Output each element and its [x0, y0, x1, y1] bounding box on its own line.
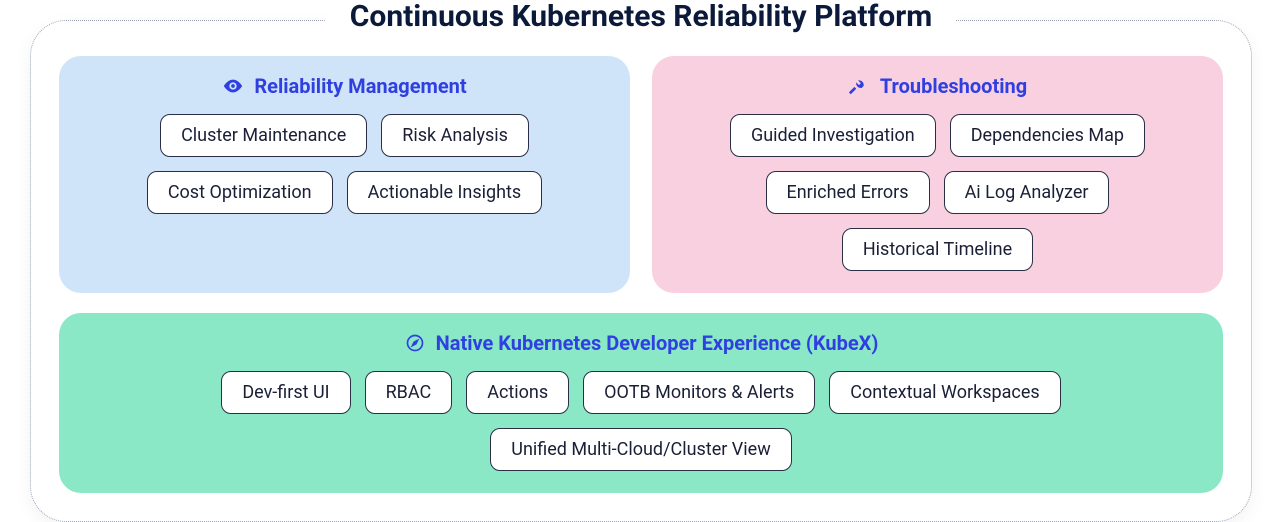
panel-header-reliability: Reliability Management: [81, 74, 608, 98]
page-title: Continuous Kubernetes Reliability Platfo…: [326, 0, 956, 34]
panel-header-troubleshooting: Troubleshooting: [674, 74, 1201, 98]
pill-guided-investigation: Guided Investigation: [730, 114, 936, 157]
platform-container: Continuous Kubernetes Reliability Platfo…: [30, 20, 1252, 522]
pill-row-kubex: Dev-first UI RBAC Actions OOTB Monitors …: [81, 371, 1201, 471]
pill-actionable-insights: Actionable Insights: [347, 171, 543, 214]
pill-row-reliability: Cluster Maintenance Risk Analysis Cost O…: [81, 114, 608, 214]
eye-icon: [222, 75, 244, 97]
pill-ai-log-analyzer: Ai Log Analyzer: [944, 171, 1110, 214]
compass-icon: [404, 332, 426, 354]
panel-reliability: Reliability Management Cluster Maintenan…: [59, 56, 630, 293]
panel-header-kubex: Native Kubernetes Developer Experience (…: [81, 331, 1201, 355]
panel-title-troubleshooting: Troubleshooting: [880, 74, 1027, 98]
pill-cost-optimization: Cost Optimization: [147, 171, 333, 214]
top-row: Reliability Management Cluster Maintenan…: [59, 56, 1223, 293]
pill-dev-first-ui: Dev-first UI: [221, 371, 350, 414]
panel-troubleshooting: Troubleshooting Guided Investigation Dep…: [652, 56, 1223, 293]
pill-contextual-workspaces: Contextual Workspaces: [829, 371, 1060, 414]
panel-title-reliability: Reliability Management: [254, 74, 466, 98]
pill-risk-analysis: Risk Analysis: [381, 114, 529, 157]
pill-unified-multicloud: Unified Multi-Cloud/Cluster View: [490, 428, 791, 471]
tools-icon: [848, 75, 870, 97]
pill-enriched-errors: Enriched Errors: [766, 171, 930, 214]
pill-ootb-monitors: OOTB Monitors & Alerts: [583, 371, 815, 414]
pill-historical-timeline: Historical Timeline: [842, 228, 1033, 271]
pill-actions: Actions: [466, 371, 569, 414]
panel-kubex: Native Kubernetes Developer Experience (…: [59, 313, 1223, 493]
panel-title-kubex: Native Kubernetes Developer Experience (…: [436, 331, 879, 355]
pill-dependencies-map: Dependencies Map: [950, 114, 1145, 157]
pill-row-troubleshooting: Guided Investigation Dependencies Map En…: [674, 114, 1201, 271]
pill-rbac: RBAC: [365, 371, 453, 414]
title-wrap: Continuous Kubernetes Reliability Platfo…: [59, 3, 1223, 38]
pill-cluster-maintenance: Cluster Maintenance: [160, 114, 367, 157]
